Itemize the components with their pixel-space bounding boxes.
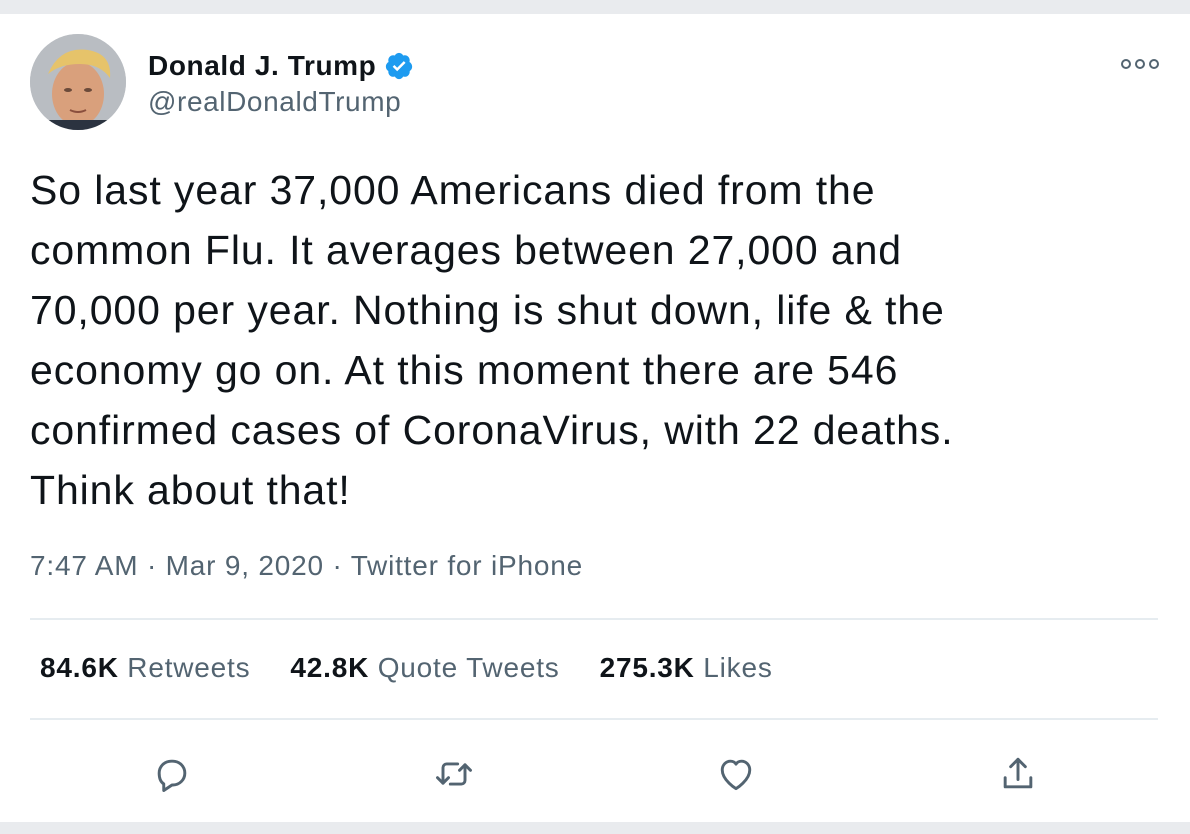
avatar[interactable] bbox=[30, 34, 126, 130]
share-icon[interactable] bbox=[996, 752, 1040, 796]
reply-icon[interactable] bbox=[150, 752, 194, 796]
quote-tweets-stat[interactable]: 42.8K Quote Tweets bbox=[290, 652, 559, 684]
meta-separator: · bbox=[146, 550, 166, 581]
retweets-stat[interactable]: 84.6K Retweets bbox=[40, 652, 250, 684]
likes-label: Likes bbox=[703, 652, 773, 683]
more-options-icon[interactable] bbox=[1118, 54, 1162, 74]
quote-tweets-count: 42.8K bbox=[290, 652, 378, 683]
author-name-row: Donald J. Trump bbox=[148, 48, 414, 84]
likes-stat[interactable]: 275.3K Likes bbox=[600, 652, 773, 684]
retweets-label: Retweets bbox=[127, 652, 251, 683]
likes-count: 275.3K bbox=[599, 652, 704, 683]
quote-tweets-label: Quote Tweets bbox=[377, 652, 560, 683]
tweet-card: Donald J. Trump @realDonaldTrump So last… bbox=[0, 14, 1190, 822]
tweet-text: So last year 37,000 Americans died from … bbox=[30, 167, 954, 513]
author-name[interactable]: Donald J. Trump bbox=[148, 50, 376, 82]
tweet-source[interactable]: Twitter for iPhone bbox=[351, 550, 583, 581]
tweet-meta: 7:47 AM · Mar 9, 2020 · Twitter for iPho… bbox=[30, 550, 583, 582]
meta-separator: · bbox=[332, 550, 351, 581]
tweet-stats: 84.6K Retweets 42.8K Quote Tweets 275.3K… bbox=[40, 652, 813, 684]
divider bbox=[30, 718, 1158, 720]
avatar-image bbox=[30, 34, 126, 130]
retweet-icon[interactable] bbox=[432, 752, 476, 796]
verified-badge-icon bbox=[386, 52, 413, 80]
tweet-date[interactable]: Mar 9, 2020 bbox=[166, 550, 324, 581]
tweet-time[interactable]: 7:47 AM bbox=[30, 550, 138, 581]
author-handle[interactable]: @realDonaldTrump bbox=[148, 86, 401, 118]
divider bbox=[30, 618, 1158, 620]
retweets-count: 84.6K bbox=[40, 652, 128, 683]
heart-icon[interactable] bbox=[714, 752, 758, 796]
